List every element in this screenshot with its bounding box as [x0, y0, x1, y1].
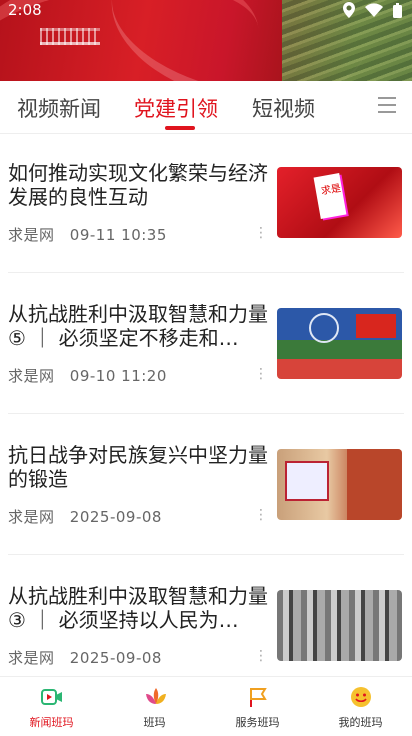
nav-service[interactable]: 服务班玛: [206, 685, 309, 730]
battery-icon: [393, 2, 402, 21]
more-options-icon[interactable]: ⋮: [254, 366, 268, 382]
article-time: 2025-09-08: [69, 649, 162, 667]
article-item[interactable]: 抗日战争对民族复兴中坚力量的锻造 求是网 2025-09-08 ⋮: [0, 415, 412, 555]
tab-party-building[interactable]: 党建引领: [134, 93, 218, 123]
active-tab-indicator: [165, 126, 195, 130]
flag-icon: [246, 685, 270, 709]
category-tabs: 视频新闻 党建引领 短视频: [0, 81, 412, 134]
bottom-navigation: 新闻班玛 班玛 服务班玛 我的班玛: [0, 676, 412, 736]
article-meta: 求是网 2025-09-08: [8, 506, 162, 527]
divider: [8, 272, 404, 273]
nav-label: 服务班玛: [235, 716, 280, 729]
article-thumbnail: [277, 308, 402, 379]
article-item[interactable]: 从抗战胜利中汲取智慧和力量⑤ ｜ 必须坚定不移走和… 求是网 09-10 11:…: [0, 274, 412, 414]
article-source: 求是网: [8, 508, 55, 526]
divider: [8, 554, 404, 555]
article-title: 从抗战胜利中汲取智慧和力量③ ｜ 必须坚持以人民为…: [8, 584, 268, 632]
header-banner: 2:08: [0, 0, 412, 81]
status-time: 2:08: [8, 1, 42, 19]
article-meta: 求是网 2025-09-08: [8, 647, 162, 668]
more-options-icon[interactable]: ⋮: [254, 648, 268, 664]
smiley-icon: [349, 685, 373, 709]
nav-mine[interactable]: 我的班玛: [309, 685, 412, 730]
video-icon: [40, 685, 64, 709]
article-meta: 求是网 09-11 10:35: [8, 224, 167, 245]
article-meta: 求是网 09-10 11:20: [8, 365, 167, 386]
nav-label: 班玛: [143, 716, 166, 729]
divider: [8, 413, 404, 414]
nav-banma[interactable]: 班玛: [103, 685, 206, 730]
location-icon: [343, 2, 355, 21]
nav-label: 新闻班玛: [29, 716, 74, 729]
article-thumbnail: [277, 590, 402, 661]
more-options-icon[interactable]: ⋮: [254, 507, 268, 523]
article-time: 2025-09-08: [69, 508, 162, 526]
article-source: 求是网: [8, 367, 55, 385]
article-thumbnail: [277, 449, 402, 520]
article-time: 09-11 10:35: [69, 226, 167, 244]
article-item[interactable]: 从抗战胜利中汲取智慧和力量③ ｜ 必须坚持以人民为… 求是网 2025-09-0…: [0, 556, 412, 696]
article-time: 09-10 11:20: [69, 367, 167, 385]
article-title: 从抗战胜利中汲取智慧和力量⑤ ｜ 必须坚定不移走和…: [8, 302, 268, 350]
menu-icon[interactable]: [378, 97, 396, 115]
article-title: 抗日战争对民族复兴中坚力量的锻造: [8, 443, 268, 491]
article-item[interactable]: 如何推动实现文化繁荣与经济发展的良性互动 求是网 09-11 10:35 ⋮ 求…: [0, 133, 412, 273]
article-source: 求是网: [8, 649, 55, 667]
nav-news[interactable]: 新闻班玛: [0, 685, 103, 730]
lotus-icon: [143, 685, 167, 709]
tab-video-news[interactable]: 视频新闻: [17, 93, 101, 123]
wifi-icon: [365, 3, 383, 20]
article-source: 求是网: [8, 226, 55, 244]
article-title: 如何推动实现文化繁荣与经济发展的良性互动: [8, 161, 268, 209]
article-thumbnail: 求是: [277, 167, 402, 238]
nav-label: 我的班玛: [338, 716, 383, 729]
tab-short-video[interactable]: 短视频: [252, 93, 315, 123]
more-options-icon[interactable]: ⋮: [254, 225, 268, 241]
great-hall-graphic: [40, 28, 100, 45]
